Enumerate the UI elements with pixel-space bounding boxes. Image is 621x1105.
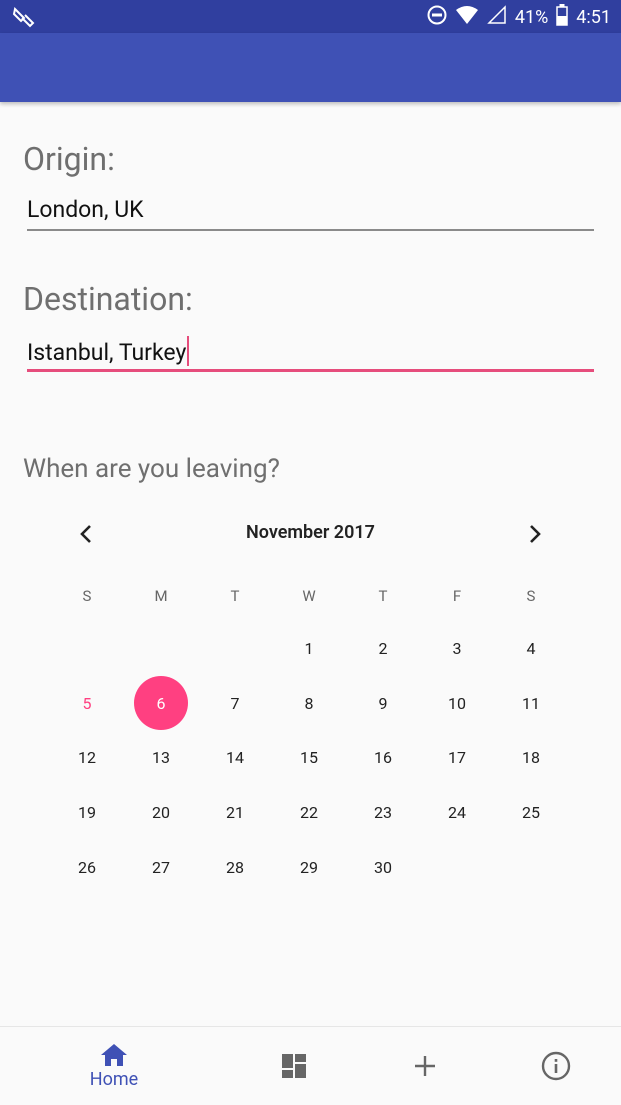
calendar-day[interactable]: 4 xyxy=(504,621,558,675)
calendar-day[interactable]: 27 xyxy=(134,840,188,894)
weekday-header: W xyxy=(302,587,316,605)
destination-underline xyxy=(27,369,594,372)
calendar-day[interactable]: 9 xyxy=(356,676,410,730)
nav-dashboard[interactable] xyxy=(244,1027,344,1105)
calendar-day[interactable]: 16 xyxy=(356,730,410,784)
chevron-right-icon xyxy=(530,525,541,543)
calendar-day[interactable]: 30 xyxy=(356,840,410,894)
battery-percent: 41% xyxy=(514,7,549,28)
calendar-day[interactable]: 8 xyxy=(282,676,336,730)
calendar-day[interactable]: 25 xyxy=(504,785,558,839)
weekday-header: T xyxy=(378,587,388,605)
calendar-day[interactable]: 1 xyxy=(282,621,336,675)
calendar-day[interactable]: 24 xyxy=(430,785,484,839)
calendar-day[interactable]: 19 xyxy=(60,785,114,839)
nav-home[interactable]: Home xyxy=(64,1027,164,1105)
weekday-header: M xyxy=(154,587,168,605)
app-bar xyxy=(0,33,621,102)
clock: 4:51 xyxy=(576,7,611,28)
weekday-header: F xyxy=(452,587,462,605)
calendar-day[interactable]: 10 xyxy=(430,676,484,730)
dashboard-icon xyxy=(282,1054,306,1078)
origin-underline xyxy=(27,229,594,231)
calendar-day[interactable]: 23 xyxy=(356,785,410,839)
selected-day[interactable]: 6 xyxy=(134,676,188,730)
battery-icon xyxy=(556,4,569,31)
notification-icon xyxy=(12,6,36,32)
weekday-header: S xyxy=(82,587,92,605)
home-icon xyxy=(101,1043,127,1066)
calendar-day[interactable]: 18 xyxy=(504,730,558,784)
destination-label: Destination: xyxy=(23,280,193,318)
calendar-day[interactable]: 15 xyxy=(282,730,336,784)
today-day[interactable]: 5 xyxy=(60,676,114,730)
leaving-prompt: When are you leaving? xyxy=(23,454,280,484)
nav-info[interactable] xyxy=(506,1027,606,1105)
calendar-header: November 2017 xyxy=(0,518,621,550)
calendar-day[interactable]: 29 xyxy=(282,840,336,894)
calendar-day[interactable]: 11 xyxy=(504,676,558,730)
calendar-day[interactable]: 3 xyxy=(430,621,484,675)
calendar-day[interactable]: 7 xyxy=(208,676,262,730)
calendar-day[interactable]: 12 xyxy=(60,730,114,784)
info-icon xyxy=(541,1051,571,1081)
destination-field[interactable]: Istanbul, Turkey xyxy=(27,336,594,374)
weekday-header: T xyxy=(230,587,240,605)
calendar-day[interactable]: 17 xyxy=(430,730,484,784)
chevron-left-icon xyxy=(80,525,91,543)
calendar-day[interactable]: 13 xyxy=(134,730,188,784)
calendar-day[interactable]: 20 xyxy=(134,785,188,839)
calendar-day[interactable]: 26 xyxy=(60,840,114,894)
status-bar: 41% 4:51 xyxy=(0,0,621,33)
wifi-icon xyxy=(455,5,479,30)
weekday-header: S xyxy=(526,587,536,605)
calendar-day[interactable]: 21 xyxy=(208,785,262,839)
next-month-button[interactable] xyxy=(519,518,551,550)
nav-home-label: Home xyxy=(89,1068,139,1090)
previous-month-button[interactable] xyxy=(70,518,102,550)
nav-add[interactable] xyxy=(375,1027,475,1105)
text-cursor xyxy=(187,336,190,366)
do-not-disturb-icon xyxy=(427,5,447,30)
calendar-day[interactable]: 22 xyxy=(282,785,336,839)
calendar-day[interactable]: 2 xyxy=(356,621,410,675)
calendar-day[interactable]: 14 xyxy=(208,730,262,784)
origin-label: Origin: xyxy=(23,140,115,178)
origin-field[interactable]: London, UK xyxy=(27,196,594,232)
calendar-day[interactable]: 28 xyxy=(208,840,262,894)
signal-icon xyxy=(487,5,507,30)
add-icon xyxy=(415,1056,435,1076)
origin-value: London, UK xyxy=(27,196,144,223)
destination-value: Istanbul, Turkey xyxy=(27,339,187,366)
bottom-navigation: Home xyxy=(0,1026,621,1105)
